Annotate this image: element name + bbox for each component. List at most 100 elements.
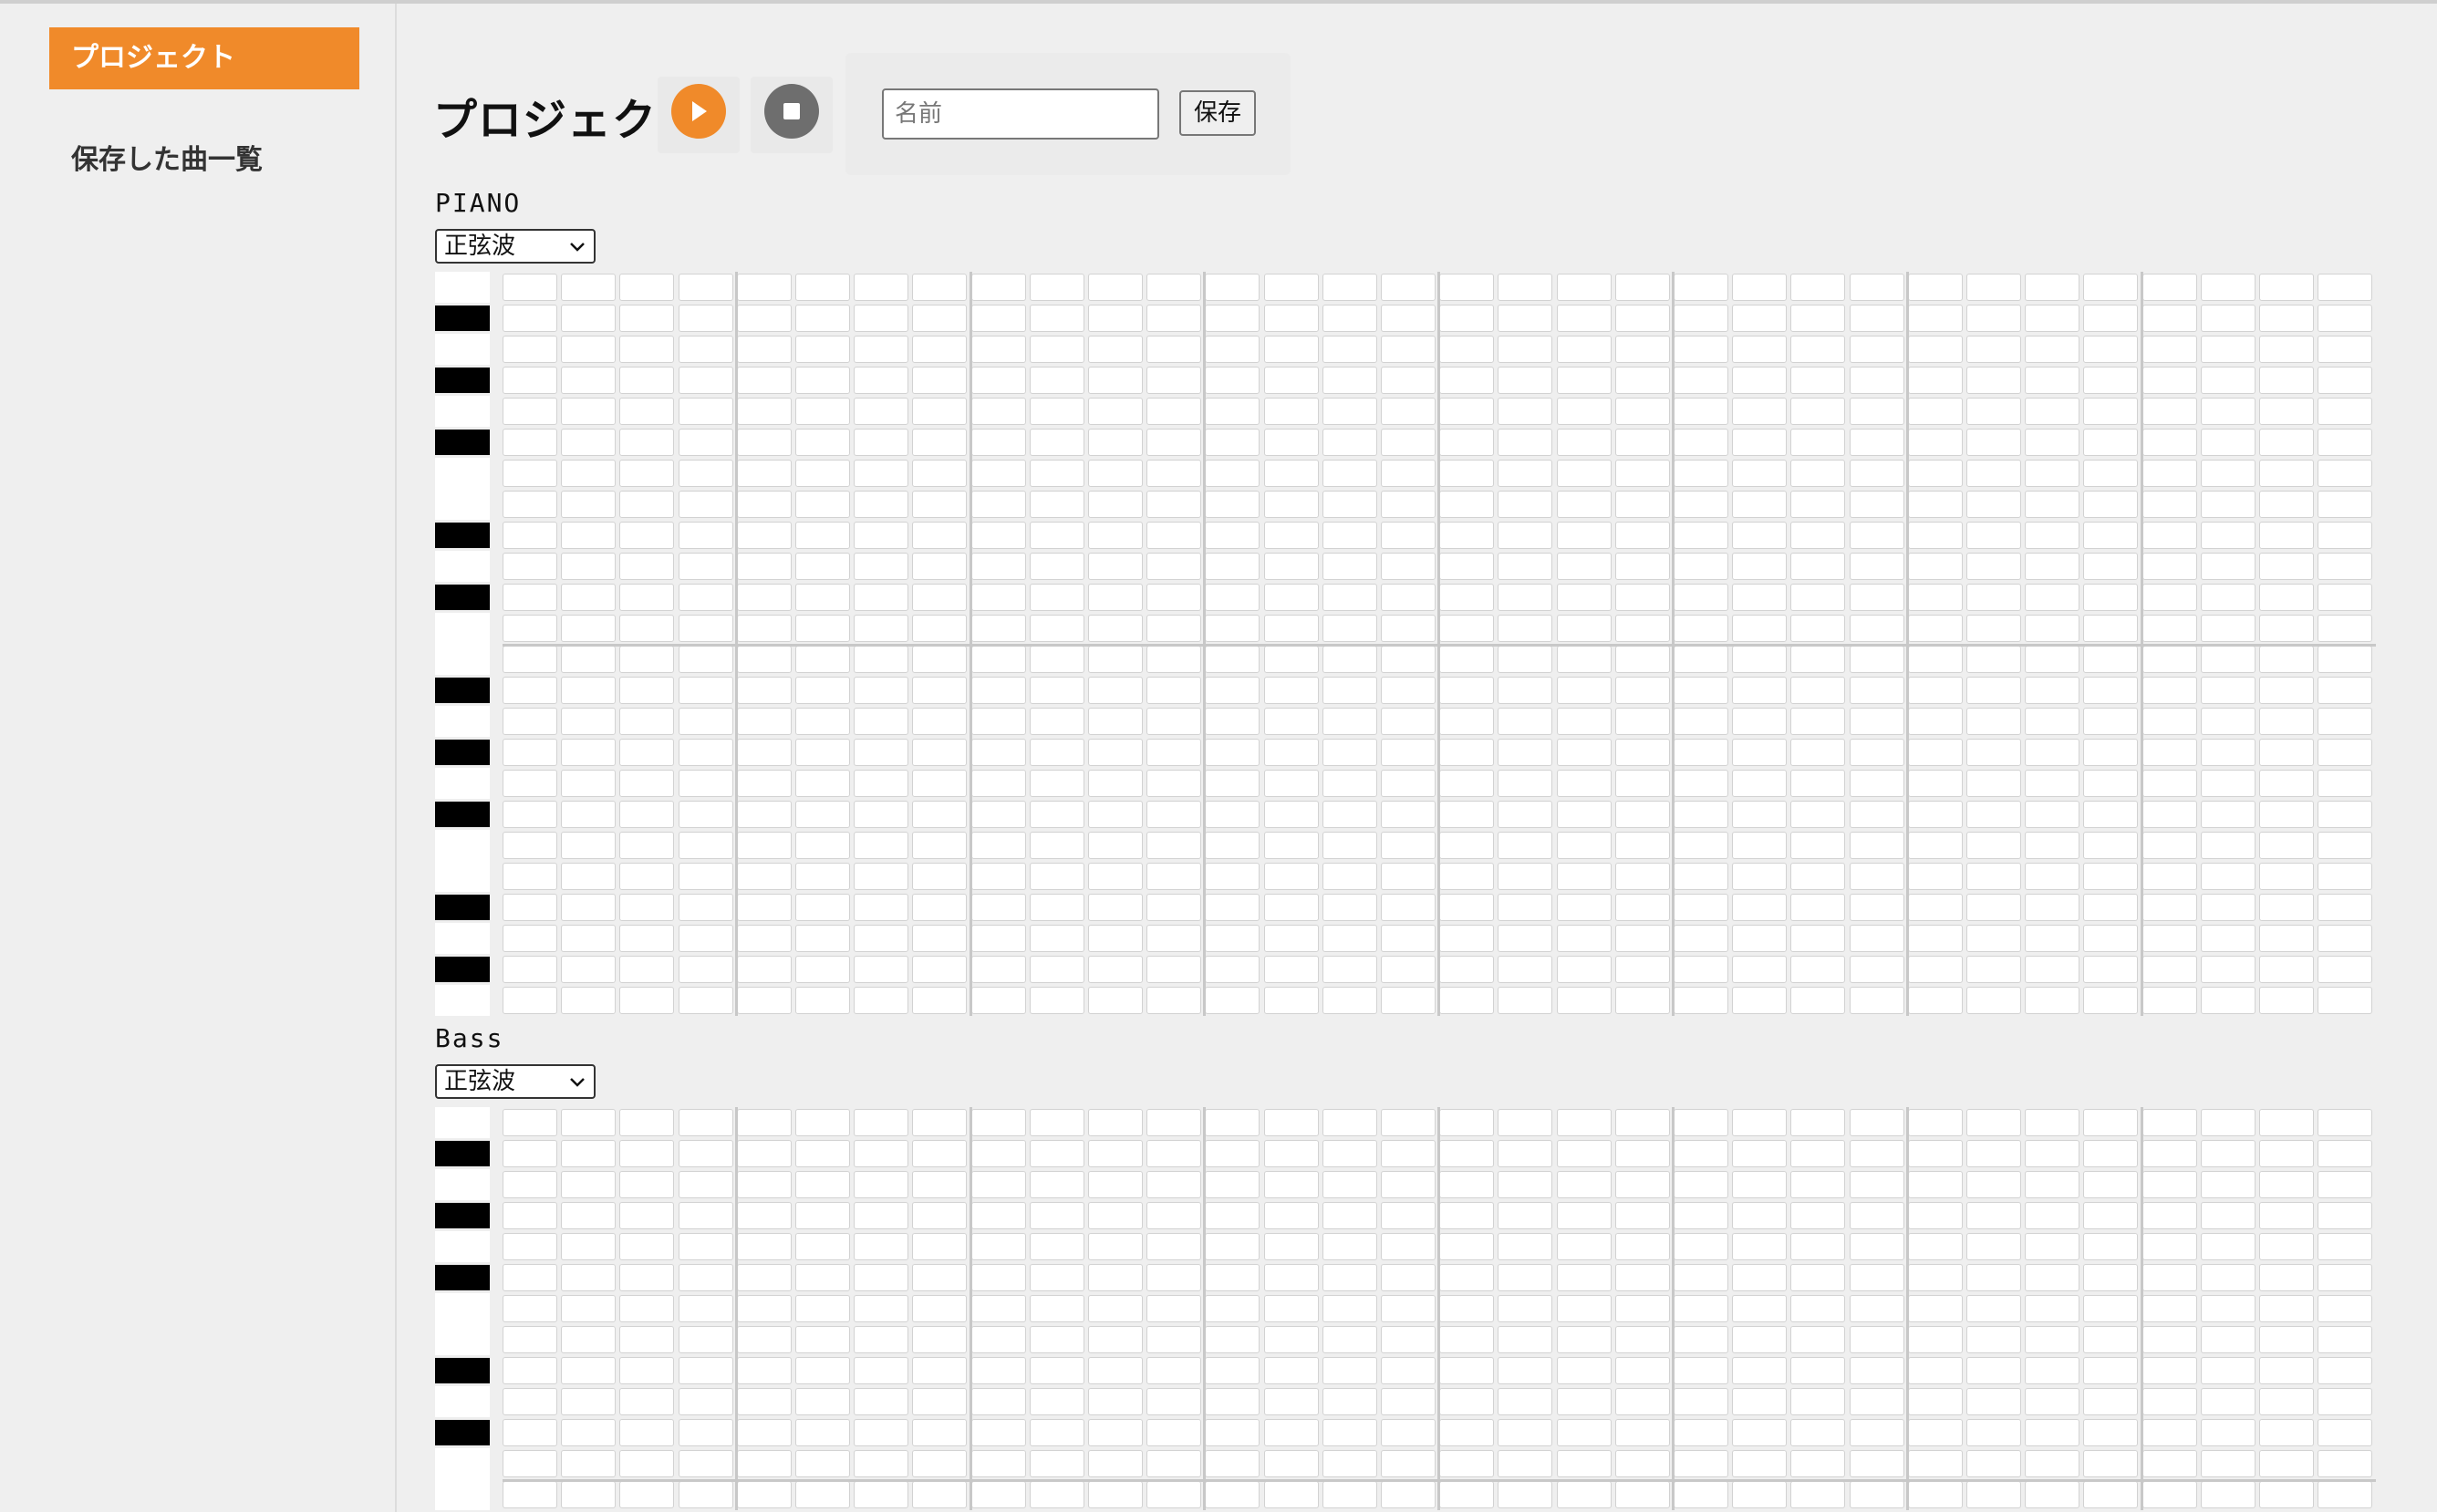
note-cell[interactable] [2259,708,2314,735]
note-cell[interactable] [2318,584,2373,611]
note-cell[interactable] [1614,1481,1670,1508]
note-cell[interactable] [1029,801,1084,828]
note-cell[interactable] [1732,1419,1788,1446]
note-cell[interactable] [1907,1233,1963,1260]
note-cell[interactable] [970,708,1026,735]
note-cell[interactable] [854,1202,909,1229]
note-cell[interactable] [619,1295,675,1322]
note-cell[interactable] [1966,1264,2021,1291]
note-cell[interactable] [1322,894,1377,921]
note-cell[interactable] [1732,398,1788,425]
note-cell[interactable] [912,987,968,1014]
note-cell[interactable] [2025,956,2080,983]
note-cell[interactable] [795,646,850,673]
note-cell[interactable] [1790,1140,1846,1167]
note-cell[interactable] [503,770,557,797]
note-cell[interactable] [736,522,792,549]
note-cell[interactable] [1790,739,1846,766]
note-cell[interactable] [678,987,733,1014]
note-cell[interactable] [1439,1140,1495,1167]
note-cell[interactable] [1146,1109,1202,1136]
note-cell[interactable] [1556,429,1612,456]
note-cell[interactable] [2141,584,2197,611]
note-cell[interactable] [2318,894,2373,921]
note-cell[interactable] [503,1109,557,1136]
note-cell[interactable] [1322,1109,1377,1136]
note-cell[interactable] [1029,1264,1084,1291]
note-cell[interactable] [1146,491,1202,518]
note-cell[interactable] [1907,1419,1963,1446]
note-cell[interactable] [1674,739,1728,766]
note-cell[interactable] [1146,925,1202,952]
note-cell[interactable] [1263,739,1319,766]
note-cell[interactable] [678,708,733,735]
note-cell[interactable] [1907,1264,1963,1291]
note-cell[interactable] [795,677,850,704]
white-key[interactable] [435,1293,490,1324]
note-cell[interactable] [2083,1295,2139,1322]
note-cell[interactable] [1029,1326,1084,1353]
note-cell[interactable] [2083,646,2139,673]
note-cell[interactable] [795,553,850,580]
note-cell[interactable] [678,770,733,797]
note-cell[interactable] [1088,646,1143,673]
note-cell[interactable] [2025,1388,2080,1415]
note-cell[interactable] [1029,522,1084,549]
note-cell[interactable] [2083,1388,2139,1415]
note-cell[interactable] [2083,1450,2139,1477]
note-cell[interactable] [1322,305,1377,332]
note-cell[interactable] [1146,832,1202,859]
note-cell[interactable] [1556,894,1612,921]
note-cell[interactable] [1498,553,1553,580]
note-cell[interactable] [2141,429,2197,456]
note-cell[interactable] [2259,398,2314,425]
note-cell[interactable] [1849,398,1904,425]
note-cell[interactable] [2141,1233,2197,1260]
note-cell[interactable] [619,894,675,921]
note-cell[interactable] [1732,1264,1788,1291]
note-cell[interactable] [1907,1326,1963,1353]
note-cell[interactable] [561,956,617,983]
note-cell[interactable] [561,1326,617,1353]
note-cell[interactable] [1263,677,1319,704]
note-cell[interactable] [619,1481,675,1508]
note-cell[interactable] [1146,1481,1202,1508]
note-cell[interactable] [1674,522,1728,549]
note-cell[interactable] [1205,1295,1260,1322]
note-cell[interactable] [795,863,850,890]
note-cell[interactable] [854,460,909,487]
note-cell[interactable] [678,801,733,828]
note-cell[interactable] [678,1295,733,1322]
note-cell[interactable] [1381,832,1436,859]
note-cell[interactable] [1088,1295,1143,1322]
note-cell[interactable] [2083,460,2139,487]
note-cell[interactable] [1907,615,1963,642]
note-cell[interactable] [1790,1295,1846,1322]
note-cell[interactable] [1205,615,1260,642]
note-cell[interactable] [970,1295,1026,1322]
note-cell[interactable] [1498,987,1553,1014]
note-cell[interactable] [1907,832,1963,859]
note-cell[interactable] [2200,894,2256,921]
note-cell[interactable] [1381,491,1436,518]
note-cell[interactable] [1146,429,1202,456]
note-cell[interactable] [1088,553,1143,580]
note-cell[interactable] [736,1140,792,1167]
note-cell[interactable] [1146,770,1202,797]
note-cell[interactable] [1790,863,1846,890]
note-cell[interactable] [619,398,675,425]
note-cell[interactable] [2083,336,2139,363]
note-cell[interactable] [795,1264,850,1291]
note-cell[interactable] [854,522,909,549]
note-cell[interactable] [1556,1326,1612,1353]
note-cell[interactable] [1614,522,1670,549]
note-cell[interactable] [2200,1295,2256,1322]
note-cell[interactable] [2141,1450,2197,1477]
note-cell[interactable] [795,1109,850,1136]
note-cell[interactable] [1439,1419,1495,1446]
note-cell[interactable] [2025,460,2080,487]
note-cell[interactable] [1263,1450,1319,1477]
note-cell[interactable] [795,1233,850,1260]
note-cell[interactable] [1674,398,1728,425]
note-cell[interactable] [1146,1326,1202,1353]
